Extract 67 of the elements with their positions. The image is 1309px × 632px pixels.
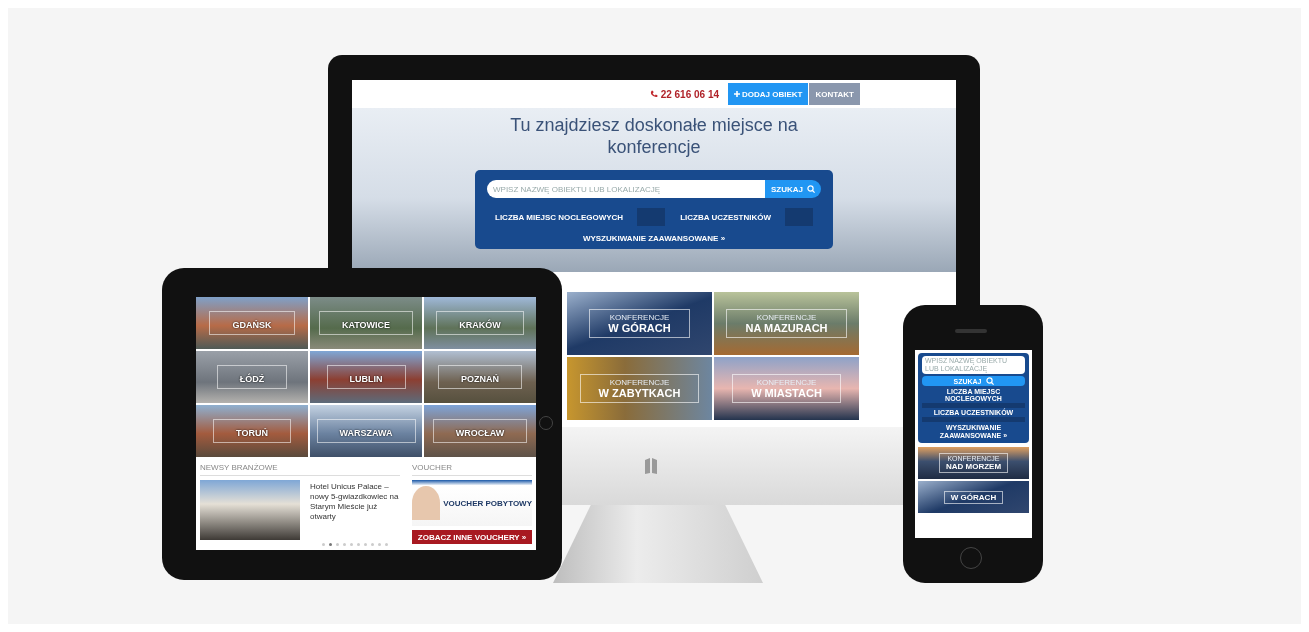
- hero-heading: Tu znajdziesz doskonałe miejsce na konferencje: [509, 114, 799, 158]
- add-object-button[interactable]: DODAJ OBIEKT: [728, 83, 809, 105]
- search-icon: [807, 185, 815, 193]
- tile-overline: KONFERENCJE: [756, 313, 817, 322]
- search-field[interactable]: WPISZ NAZWĘ OBIEKTU LUB LOKALIZACJĘ: [487, 180, 765, 198]
- city-name: KRAKÓW: [459, 320, 501, 330]
- tile-title: NA MAZURACH: [745, 322, 828, 334]
- filter-label: LICZBA UCZESTNIKÓW: [680, 212, 771, 222]
- phone-icon: [649, 90, 658, 98]
- city-name: KATOWICE: [341, 320, 391, 330]
- search-icon: [985, 377, 994, 385]
- tile-overline: KONFERENCJE: [609, 378, 670, 387]
- city-tile[interactable]: ŁÓDŹ: [196, 351, 308, 403]
- logo-icon: [644, 457, 658, 475]
- tile-title: W GÓRACH: [608, 322, 671, 334]
- city-name: WARSZAWA: [339, 428, 393, 438]
- voucher-title: VOUCHER POBYTOWY: [443, 498, 532, 508]
- number-field[interactable]: [785, 208, 813, 226]
- category-tile[interactable]: W GÓRACH: [918, 481, 1029, 513]
- city-tile[interactable]: GDAŃSK: [196, 297, 308, 349]
- tile-title: W GÓRACH: [950, 492, 997, 502]
- city-tile[interactable]: TORUŃ: [196, 405, 308, 457]
- tile-title: W MIASTACH: [751, 387, 822, 399]
- news-title[interactable]: Hotel Unicus Palace – nowy 5-gwiazdkowiec na Starym Mieście już otwarty: [310, 482, 400, 522]
- city-name: GDAŃSK: [232, 320, 272, 330]
- number-field[interactable]: [922, 403, 1025, 408]
- contact-button[interactable]: KONTAKT: [809, 83, 860, 105]
- advanced-search-link[interactable]: WYSZUKIWANIE ZAAWANSOWANE »: [487, 234, 821, 243]
- category-tile[interactable]: KONFERENCJE W GÓRACH: [567, 292, 712, 355]
- photo-placeholder: [412, 486, 441, 520]
- pagination-dot[interactable]: [343, 543, 346, 546]
- city-name: TORUŃ: [236, 428, 268, 438]
- pagination-dot[interactable]: [350, 543, 353, 546]
- city-tile[interactable]: POZNAŃ: [424, 351, 536, 403]
- speaker-grille: [955, 329, 987, 333]
- city-tile[interactable]: KRAKÓW: [424, 297, 536, 349]
- pagination-dot[interactable]: [322, 543, 325, 546]
- vouchers-button[interactable]: ZOBACZ INNE VOUCHERY »: [412, 530, 532, 544]
- section-heading: VOUCHER: [412, 463, 532, 476]
- number-field[interactable]: [922, 417, 1025, 422]
- search-button[interactable]: SZUKAJ: [765, 180, 821, 198]
- pagination-dot[interactable]: [336, 543, 339, 546]
- city-name: POZNAŃ: [461, 374, 499, 384]
- city-tile[interactable]: WARSZAWA: [310, 405, 422, 457]
- category-tile[interactable]: KONFERENCJE NA MAZURACH: [714, 292, 859, 355]
- pagination-dot[interactable]: [378, 543, 381, 546]
- tile-overline: KONFERENCJE: [609, 313, 670, 322]
- pagination-dot[interactable]: [371, 543, 374, 546]
- pagination-dot[interactable]: [385, 543, 388, 546]
- city-name: ŁÓDŹ: [239, 374, 265, 384]
- city-tile[interactable]: KATOWICE: [310, 297, 422, 349]
- tile-overline: KONFERENCJE: [756, 378, 817, 387]
- phone-number: 22 616 06 14: [660, 88, 720, 100]
- section-heading: NEWSY BRANŻOWE: [200, 463, 400, 476]
- pagination-dot[interactable]: [329, 543, 332, 546]
- tile-title: NAD MORZEM: [945, 462, 1002, 471]
- plus-icon: [734, 91, 741, 97]
- city-name: LUBLIN: [349, 374, 383, 384]
- pagination-dot[interactable]: [357, 543, 360, 546]
- city-tile[interactable]: LUBLIN: [310, 351, 422, 403]
- tile-title: W ZABYTKACH: [598, 387, 681, 399]
- filter-label: LICZBA MIEJSC NOCLEGOWYCH: [495, 212, 624, 222]
- city-tile[interactable]: WROCŁAW: [424, 405, 536, 457]
- category-tile[interactable]: KONFERENCJE W ZABYTKACH: [567, 357, 712, 420]
- number-field[interactable]: [637, 208, 666, 226]
- pagination-dot[interactable]: [364, 543, 367, 546]
- city-name: WROCŁAW: [455, 428, 505, 438]
